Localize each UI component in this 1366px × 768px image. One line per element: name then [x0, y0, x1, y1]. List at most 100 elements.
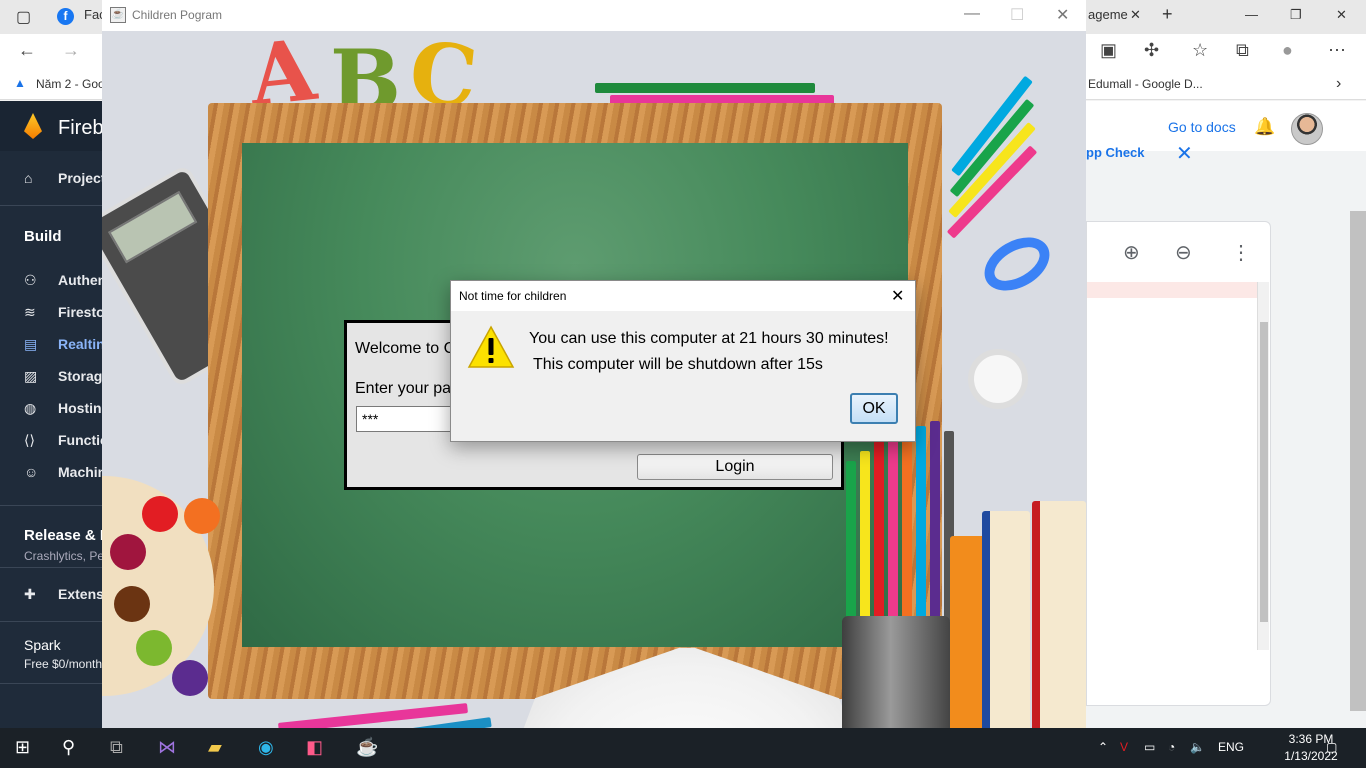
- sidebar-item-functions[interactable]: ⟨⟩Functio: [24, 432, 102, 449]
- restore-icon[interactable]: ❐: [1290, 7, 1302, 23]
- plan-name: Spark: [24, 637, 61, 653]
- login-button[interactable]: Login: [637, 454, 833, 480]
- maximize-icon[interactable]: ☐: [1010, 5, 1024, 25]
- notifications-icon[interactable]: ▢: [1326, 740, 1337, 754]
- new-tab-icon[interactable]: +: [1162, 4, 1173, 25]
- page-scrollbar[interactable]: [1350, 211, 1366, 711]
- book-red: [1032, 501, 1086, 741]
- task-view-icon[interactable]: ⧉: [110, 737, 123, 758]
- card-scrollbar[interactable]: [1257, 282, 1269, 650]
- java-taskbar-icon[interactable]: ☕: [356, 737, 378, 758]
- tray-overflow-icon[interactable]: ⌃: [1098, 740, 1108, 754]
- volume-icon[interactable]: 🔈: [1190, 740, 1205, 754]
- firebase-sidebar: Fireb ⌂ Project Build ⚇ Authen ≋ Firesto ▤ R…: [0, 101, 102, 728]
- antivirus-icon[interactable]: V: [1120, 740, 1128, 754]
- window-title: Children Pogram: [132, 8, 223, 22]
- sidebar-item-storage[interactable]: ▨ Storag: [24, 368, 102, 385]
- language-indicator[interactable]: ENG: [1218, 740, 1244, 754]
- cup-pencil-3: [874, 441, 884, 621]
- forward-icon[interactable]: →: [62, 40, 80, 61]
- section-release[interactable]: Release & M: [24, 527, 102, 544]
- go-to-docs-link[interactable]: Go to docs: [1168, 119, 1236, 135]
- menu-icon[interactable]: ⋯: [1328, 40, 1346, 61]
- pencil-green-deco: [949, 98, 1035, 198]
- facebook-icon: f: [57, 8, 74, 25]
- minimize-icon[interactable]: —: [1245, 7, 1258, 22]
- close-icon[interactable]: ✕: [1176, 141, 1193, 166]
- collections-icon[interactable]: ⧉: [1236, 40, 1249, 61]
- firebase-header: Fireb: [0, 101, 102, 151]
- extension-icon: ✚: [24, 586, 36, 602]
- app-background: A B C Welcome to C Enter your pa *** Log…: [102, 20, 1086, 768]
- app-icon[interactable]: ▣: [1100, 40, 1117, 61]
- dialog-message-line1: You can use this computer at 21 hours 30…: [529, 330, 889, 347]
- password-label: Enter your pa: [355, 380, 452, 397]
- dialog-message-line2: This computer will be shutdown after 15s: [533, 356, 823, 373]
- close-browser-icon[interactable]: ✕: [1336, 7, 1347, 23]
- close-window-icon[interactable]: ✕: [1056, 5, 1069, 25]
- sidebar-item-project[interactable]: ⌂ Project: [24, 170, 102, 186]
- back-icon[interactable]: ←: [18, 40, 36, 61]
- profile-icon[interactable]: ●: [1282, 40, 1293, 61]
- dialog-titlebar[interactable]: Not time for children ✕: [451, 281, 915, 311]
- add-circle-icon[interactable]: ⊕: [1123, 240, 1140, 265]
- sidebar-item-authentication[interactable]: ⚇ Authen: [24, 272, 102, 289]
- image-icon: ▨: [24, 368, 38, 384]
- book-blue: [982, 511, 1030, 756]
- warning-dialog: Not time for children ✕ You can use this…: [450, 280, 916, 442]
- dialog-close-icon[interactable]: ✕: [891, 286, 904, 306]
- children-program-window: ☕ Children Pogram — ☐ ✕ A B C Welcome to…: [102, 0, 1086, 768]
- cup-pencil-4: [888, 436, 898, 621]
- warning-icon: [467, 325, 515, 368]
- highlight-row: [1087, 282, 1257, 298]
- intellij-icon[interactable]: ◧: [306, 737, 323, 758]
- search-icon[interactable]: ⚲: [62, 737, 75, 758]
- favorites-icon[interactable]: ☆: [1192, 40, 1208, 61]
- sidebar-item-hosting[interactable]: ◍ Hostin: [24, 400, 102, 417]
- tab-actions-icon[interactable]: ▢: [16, 7, 31, 27]
- tab-close-icon[interactable]: ✕: [1130, 7, 1141, 23]
- file-explorer-icon[interactable]: ▰: [208, 737, 222, 758]
- visual-studio-icon[interactable]: ⋈: [158, 737, 176, 758]
- firebase-top-bar: Go to docs 🔔: [1086, 101, 1366, 151]
- dialog-title: Not time for children: [459, 289, 567, 303]
- sidebar-item-realtime-db[interactable]: ▤ Realtin: [24, 336, 102, 353]
- ok-button[interactable]: OK: [850, 393, 898, 424]
- section-build[interactable]: Build: [24, 228, 62, 245]
- battery-icon[interactable]: ▭: [1144, 740, 1155, 754]
- people-icon: ⚇: [24, 272, 37, 288]
- firebase-content: Go to docs 🔔 pp Check ✕ ⊕ ⊖ ⋮: [1086, 101, 1366, 728]
- bookmark-left[interactable]: Năm 2 - Goo: [36, 77, 105, 91]
- cup-pencil-7: [930, 421, 940, 621]
- sidebar-item-machine-learning[interactable]: ☺ Machin: [24, 464, 102, 480]
- sidebar-item-firestore[interactable]: ≋ Firesto: [24, 304, 102, 321]
- bookmark-right[interactable]: Edumall - Google D...: [1088, 77, 1203, 91]
- firebase-logo-icon: [24, 113, 42, 139]
- paint-palette: [102, 476, 220, 696]
- cup-pencil-6: [916, 426, 926, 621]
- sidebar-item-extensions[interactable]: ✚ Extens: [24, 586, 102, 603]
- windows-start-icon[interactable]: ⊞: [15, 737, 30, 758]
- java-icon: ☕: [110, 7, 126, 23]
- card-scrollbar-thumb[interactable]: [1260, 322, 1268, 622]
- app-check-link[interactable]: pp Check: [1086, 145, 1145, 160]
- firebase-brand: Fireb: [58, 117, 102, 139]
- firestore-icon: ≋: [24, 304, 36, 320]
- chevron-right-icon[interactable]: ›: [1336, 75, 1341, 93]
- avatar[interactable]: [1291, 113, 1323, 145]
- cup-pencil-2: [860, 451, 870, 621]
- release-subtitle: Crashlytics, Pe: [24, 549, 102, 563]
- minimize-icon[interactable]: —: [964, 5, 980, 23]
- more-vert-icon[interactable]: ⋮: [1231, 240, 1251, 265]
- cup-pencil-1: [846, 461, 856, 621]
- remove-circle-icon[interactable]: ⊖: [1175, 240, 1192, 265]
- robot-icon: ☺: [24, 464, 39, 480]
- scissors-image: [975, 226, 1059, 302]
- home-icon: ⌂: [24, 170, 33, 186]
- wifi-icon[interactable]: ◔: [1168, 740, 1175, 754]
- plan-price: Free $0/month: [24, 657, 102, 671]
- extensions-icon[interactable]: ✣: [1144, 40, 1159, 61]
- edge-icon[interactable]: ◉: [258, 737, 274, 758]
- browser-tab-right[interactable]: ageme: [1088, 7, 1128, 22]
- bell-icon[interactable]: 🔔: [1254, 117, 1275, 137]
